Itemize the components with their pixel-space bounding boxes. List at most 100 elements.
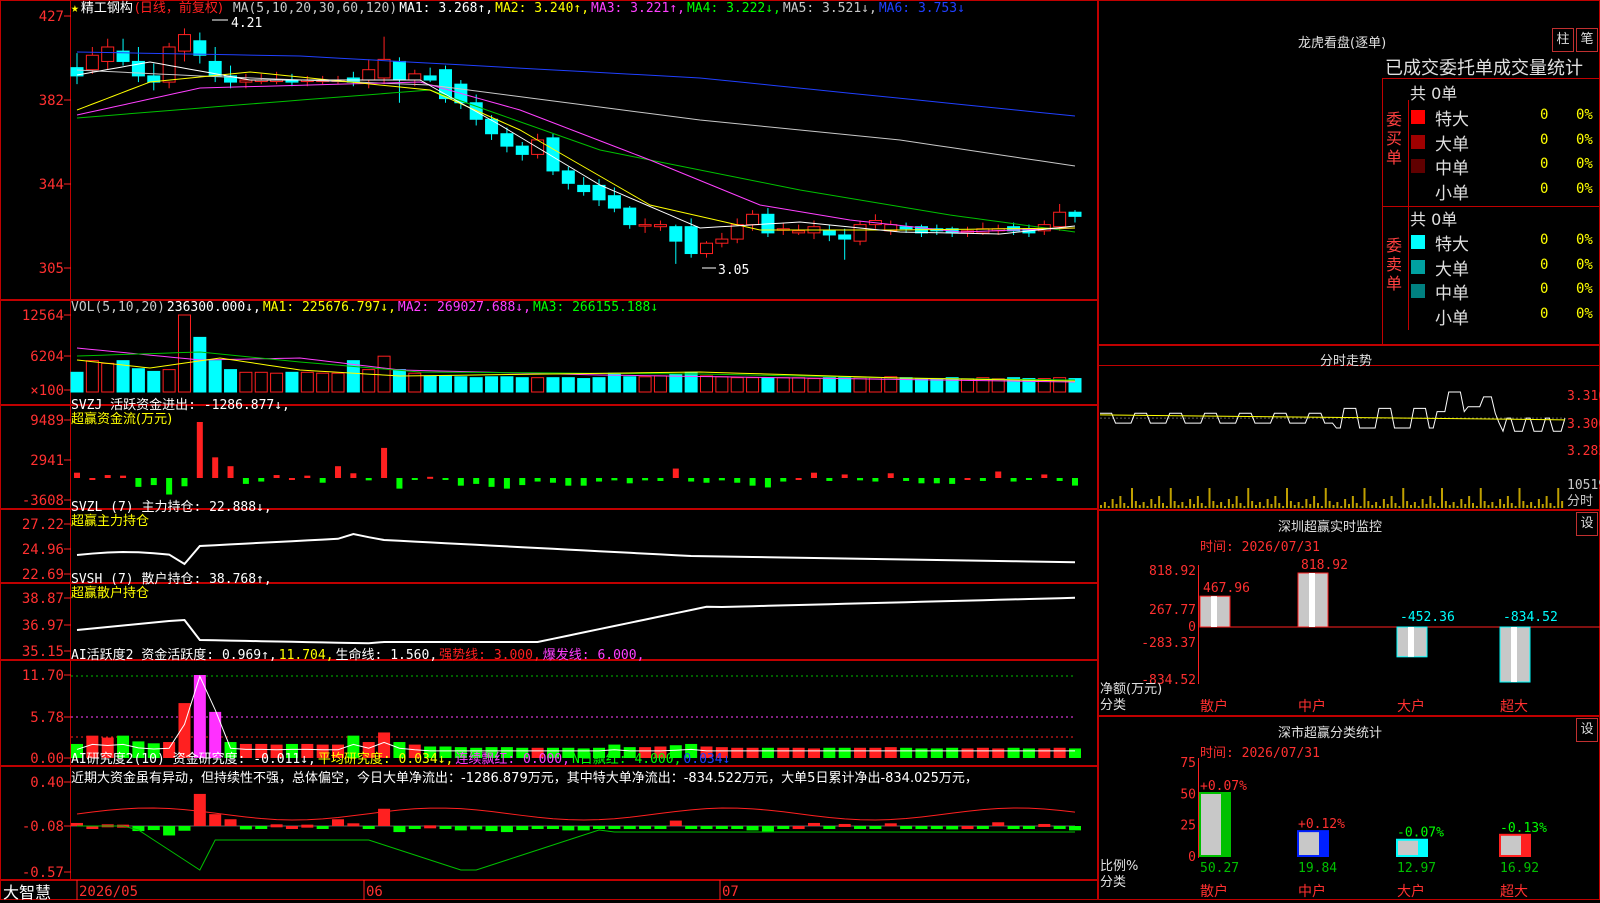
fsz-vol-bar xyxy=(1251,501,1254,508)
vol-bar xyxy=(761,377,775,393)
chart-mode[interactable]: (日线，前复权) xyxy=(135,1,223,16)
fsz-vol-bar xyxy=(1522,501,1525,508)
buy-count-2: 0 xyxy=(1540,156,1549,172)
svzj-bar xyxy=(396,478,403,489)
scfl-ylab: 比例% xyxy=(1100,859,1138,874)
svzj_header-item-0: SVZJ 活跃资金进出: -1286.877↓, xyxy=(71,398,290,413)
fsz-vol-bar xyxy=(1363,488,1366,508)
fsz-vol-bar xyxy=(1332,505,1335,508)
ai1-bar xyxy=(900,747,913,758)
vol-bar xyxy=(270,372,284,393)
candle-body xyxy=(822,230,836,236)
scfl-tick-3: 0 xyxy=(1188,850,1196,865)
ai2-bar xyxy=(178,826,191,831)
candle-body xyxy=(730,224,744,240)
vol-bar xyxy=(331,372,345,393)
ai2-bar xyxy=(347,823,360,827)
ma_header-item-1: MA1: 3.268↑, xyxy=(399,1,494,16)
scfl-tick-2: 25 xyxy=(1180,819,1196,834)
ai2-bar xyxy=(1069,826,1081,831)
scfl-change-2: -0.07% xyxy=(1397,826,1444,841)
candle-body xyxy=(193,40,207,56)
svzj-bar xyxy=(427,476,434,479)
fsz-vol-bar xyxy=(1162,503,1164,508)
high-mark: 4.21 xyxy=(231,16,262,31)
ai2-bar xyxy=(807,822,820,826)
rp-frame-1 xyxy=(1098,345,1600,510)
szcy-bar-shine xyxy=(1309,573,1315,627)
vol_header-item-4: MA3: 266155.188↓ xyxy=(532,300,659,315)
fsz-vol-bar xyxy=(1274,496,1277,508)
svzj-bar xyxy=(120,475,127,478)
vol-bar xyxy=(438,375,452,393)
ai1_header-item-1: 11.704, xyxy=(278,648,334,663)
vol-bar xyxy=(577,378,591,393)
svzj-bar xyxy=(933,478,940,484)
fsz-vol-bar xyxy=(1402,488,1405,508)
buy-type-3: 小单 xyxy=(1435,183,1469,204)
ai2-bar xyxy=(485,826,498,832)
vol-bar xyxy=(592,377,606,393)
fsz-vol-bar xyxy=(1196,496,1199,508)
sell-type-0: 特大 xyxy=(1435,235,1469,255)
scfl-bar-side xyxy=(1418,839,1426,856)
ai2-bar xyxy=(193,793,206,826)
ai2-bar xyxy=(270,824,283,828)
ai1-axis-tick-0: 11.70 xyxy=(22,668,64,684)
vol-bar xyxy=(684,371,698,393)
scfl-settings-button[interactable]: 设 xyxy=(1576,718,1598,742)
szcy-settings-button[interactable]: 设 xyxy=(1576,512,1598,536)
svzj-bar xyxy=(288,478,295,480)
candle-body xyxy=(684,226,698,255)
vol-bar xyxy=(162,369,176,393)
ai2-bar xyxy=(1007,826,1020,829)
vol-bar xyxy=(715,376,729,393)
svsh-subtitle: 超赢散户持仓 xyxy=(71,586,150,601)
candle-body xyxy=(577,184,591,193)
vol-bar xyxy=(377,355,391,393)
svzj-bar xyxy=(1072,478,1078,486)
vol-bar xyxy=(300,371,314,393)
scfl-tick-1: 50 xyxy=(1180,787,1196,802)
ai2-bar xyxy=(1038,823,1051,827)
sell-type-2: 中单 xyxy=(1435,284,1469,304)
tick-mode-button[interactable]: 笔 xyxy=(1576,28,1598,52)
fsz-vol-bar xyxy=(1131,488,1133,508)
ma5-line xyxy=(76,69,1076,167)
szcy-value-0: 467.96 xyxy=(1203,581,1250,596)
vol-bar xyxy=(914,378,928,393)
ai1-bar xyxy=(961,748,974,758)
ai2-legend: AI研究度2(10) 资金研究度: -0.011↓, 平均研究度: 0.034↓,… xyxy=(71,752,732,768)
vol_header-item-0: VOL(5,10,20) xyxy=(71,300,165,315)
scfl-cat-1: 中户 xyxy=(1298,883,1326,900)
szcy-xlab: 分类 xyxy=(1100,698,1126,713)
fsz-vol-bar xyxy=(1282,506,1285,508)
vol-bar xyxy=(101,362,115,393)
candle-body xyxy=(838,234,852,240)
ai1-axis-tick-1: 5.78 xyxy=(30,710,64,726)
vol-bar xyxy=(392,369,406,393)
brand-logo[interactable]: 大智慧 xyxy=(3,879,51,903)
ai2-bar xyxy=(884,823,897,827)
fsz-vol-bar xyxy=(1545,496,1548,508)
vol-bar xyxy=(485,376,499,393)
ai2-bar xyxy=(608,826,621,829)
bar-mode-button[interactable]: 柱 xyxy=(1552,28,1574,52)
fsz-vol-bar xyxy=(1483,501,1486,508)
fsz-vol-bar xyxy=(1220,502,1223,508)
buy-pct-1: 0% xyxy=(1576,131,1593,148)
svzl-axis-tick-0: 27.22 xyxy=(22,517,64,533)
vol-bar xyxy=(746,377,760,393)
svzj-bar xyxy=(89,478,96,480)
svsh-line xyxy=(76,596,1076,645)
svzj-bar xyxy=(903,478,910,481)
scfl-bar-side xyxy=(1221,792,1229,856)
ai2-bar xyxy=(147,826,160,831)
svsh_header-item-0: SVSH (7) 散户持仓: 38.768↑, xyxy=(71,572,272,587)
ai2-bar xyxy=(639,826,652,829)
fsz-vol-bar xyxy=(1437,506,1440,508)
fsz-vol-bar xyxy=(1491,502,1494,508)
star-icon[interactable]: ★ xyxy=(71,1,79,16)
svzj-subtitle: 超赢资金流(万元) xyxy=(71,412,173,427)
ai2_header-item-2: 连续飘红: 0.000, xyxy=(455,752,570,767)
